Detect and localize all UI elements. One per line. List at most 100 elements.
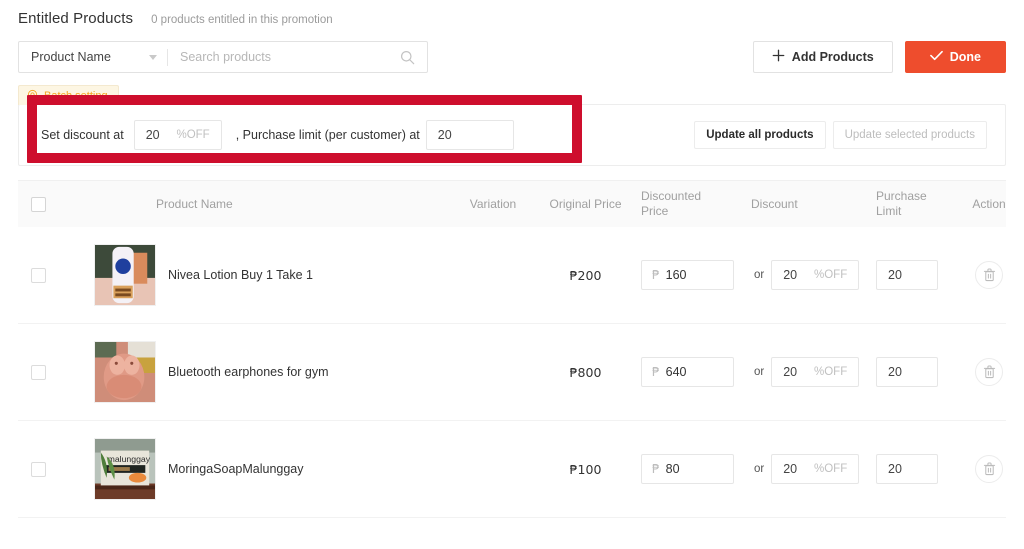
or-label: or <box>754 366 765 378</box>
discount-percent-value: 20 <box>783 268 798 282</box>
table-row: Bluetooth earphones for gym ₱800 ₱ 640 o… <box>18 324 1006 421</box>
column-action: Action <box>972 197 1006 211</box>
row-purchase-limit-cell: 20 <box>876 260 958 290</box>
set-discount-label: Set discount at <box>41 128 124 142</box>
row-product-cell: Bluetooth earphones for gym <box>58 341 448 403</box>
percent-off-suffix: %OFF <box>814 269 848 281</box>
trash-icon[interactable] <box>975 455 1003 483</box>
currency-symbol: ₱ <box>652 462 660 476</box>
trash-icon[interactable] <box>975 261 1003 289</box>
discount-percent-input[interactable]: 20 %OFF <box>771 260 860 290</box>
batch-discount-value: 20 <box>145 128 160 142</box>
purchase-limit-value: 20 <box>888 462 902 476</box>
chevron-down-icon <box>149 54 157 60</box>
purchase-limit-input[interactable]: 20 <box>876 260 938 290</box>
percent-off-suffix: %OFF <box>814 463 848 475</box>
batch-setting-area: Batch setting Set discount at 20 %OFF , … <box>18 85 1006 166</box>
product-name: Bluetooth earphones for gym <box>168 365 329 379</box>
discount-percent-value: 20 <box>783 365 798 379</box>
update-all-products-button[interactable]: Update all products <box>694 121 826 149</box>
row-checkbox[interactable] <box>30 461 46 477</box>
batch-update-buttons: Update all products Update selected prod… <box>694 121 987 149</box>
row-discount-cell: or 20 %OFF <box>751 357 876 387</box>
done-button[interactable]: Done <box>904 41 1006 73</box>
row-select-cell <box>18 267 58 283</box>
check-icon <box>929 50 943 64</box>
row-purchase-limit-cell: 20 <box>876 357 958 387</box>
row-checkbox[interactable] <box>30 267 46 283</box>
trash-icon[interactable] <box>975 358 1003 386</box>
update-selected-products-button[interactable]: Update selected products <box>832 121 987 149</box>
search-input[interactable] <box>168 42 398 72</box>
batch-purchase-limit-input[interactable]: 20 <box>425 120 514 150</box>
entitled-products-table: Product Name Variation Original Price Di… <box>18 180 1006 518</box>
batch-purchase-limit-value: 20 <box>437 128 452 142</box>
purchase-limit-input[interactable]: 20 <box>876 454 938 484</box>
batch-setting-panel: Set discount at 20 %OFF , Purchase limit… <box>18 104 1006 166</box>
row-original-price: ₱200 <box>569 267 602 283</box>
search-icon[interactable] <box>398 50 427 65</box>
plus-icon <box>772 49 785 65</box>
column-variation: Variation <box>469 197 517 211</box>
column-discounted-price: Discounted Price <box>633 189 751 219</box>
search-filter-select[interactable]: Product Name <box>19 42 167 72</box>
column-discounted-price-line1: Discounted <box>641 189 702 203</box>
batch-setting-controls: Set discount at 20 %OFF , Purchase limit… <box>41 120 514 150</box>
gear-icon <box>27 89 38 103</box>
batch-setting-tab[interactable]: Batch setting <box>18 85 119 105</box>
row-action-cell <box>958 261 1020 289</box>
column-discounted-price-line2: Price <box>641 204 669 218</box>
column-purchase-limit: Purchase Limit <box>876 189 958 219</box>
currency-symbol: ₱ <box>652 268 660 282</box>
currency-symbol: ₱ <box>652 365 660 379</box>
table-header-row: Product Name Variation Original Price Di… <box>18 181 1006 227</box>
add-products-label: Add Products <box>791 50 874 64</box>
batch-discount-input[interactable]: 20 %OFF <box>133 120 222 150</box>
row-discounted-price-cell: ₱ 640 <box>633 357 751 387</box>
entitled-products-page: Entitled Products 0 products entitled in… <box>0 0 1024 549</box>
column-discount: Discount <box>751 197 798 211</box>
row-original-price: ₱100 <box>569 461 602 477</box>
bluetooth-earphones-thumbnail <box>94 341 156 403</box>
row-purchase-limit-cell: 20 <box>876 454 958 484</box>
select-all-checkbox[interactable] <box>30 196 46 212</box>
toolbar-actions: Add Products Done <box>752 41 1006 73</box>
page-header: Entitled Products 0 products entitled in… <box>0 0 1024 27</box>
toolbar: Product Name Add Product <box>0 27 1024 73</box>
row-product-cell: Nivea Lotion Buy 1 Take 1 <box>58 244 448 306</box>
purchase-limit-value: 20 <box>888 365 902 379</box>
product-search-bar: Product Name <box>18 41 428 73</box>
column-purchase-limit-line2: Limit <box>876 204 902 218</box>
discount-percent-input[interactable]: 20 %OFF <box>771 454 860 484</box>
discounted-price-value: 640 <box>665 365 687 379</box>
table-row: malunggay MoringaSoapMalunggay ₱100 ₱ 80… <box>18 421 1006 518</box>
table-row: Nivea Lotion Buy 1 Take 1 ₱200 ₱ 160 or … <box>18 227 1006 324</box>
discount-percent-input[interactable]: 20 %OFF <box>771 357 860 387</box>
percent-off-suffix: %OFF <box>814 366 848 378</box>
discounted-price-input[interactable]: ₱ 160 <box>641 260 734 290</box>
row-select-cell <box>18 364 58 380</box>
purchase-limit-value: 20 <box>888 268 902 282</box>
row-checkbox[interactable] <box>30 364 46 380</box>
row-action-cell <box>958 455 1020 483</box>
done-label: Done <box>949 50 981 64</box>
row-original-price: ₱800 <box>569 364 602 380</box>
column-purchase-limit-line1: Purchase <box>876 189 927 203</box>
add-products-button[interactable]: Add Products <box>752 41 893 73</box>
purchase-limit-input[interactable]: 20 <box>876 357 938 387</box>
batch-setting-label: Batch setting <box>44 89 108 102</box>
discounted-price-value: 160 <box>665 268 687 282</box>
moringa-soap-thumbnail: malunggay <box>94 438 156 500</box>
row-discount-cell: or 20 %OFF <box>751 454 876 484</box>
row-product-cell: malunggay MoringaSoapMalunggay <box>58 438 448 500</box>
batch-discount-suffix: %OFF <box>176 129 210 141</box>
nivea-lotion-thumbnail <box>94 244 156 306</box>
discounted-price-input[interactable]: ₱ 640 <box>641 357 734 387</box>
product-name: Nivea Lotion Buy 1 Take 1 <box>168 268 314 282</box>
entitled-count-text: 0 products entitled in this promotion <box>151 14 333 26</box>
product-name: MoringaSoapMalunggay <box>168 462 304 476</box>
discounted-price-input[interactable]: ₱ 80 <box>641 454 734 484</box>
select-all-cell <box>18 196 58 212</box>
search-filter-label: Product Name <box>31 50 111 64</box>
discounted-price-value: 80 <box>665 462 680 476</box>
